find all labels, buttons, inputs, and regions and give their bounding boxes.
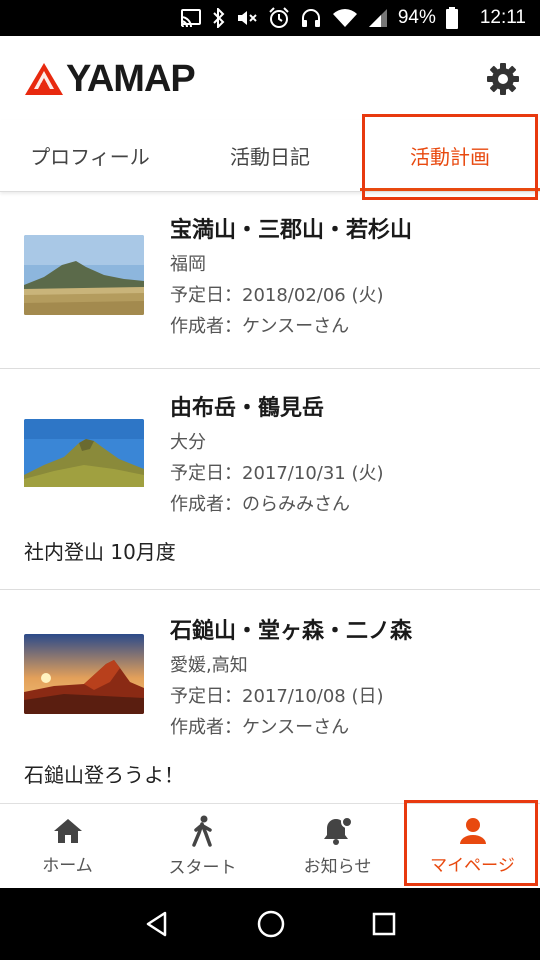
person-icon [459, 817, 486, 844]
active-tab-indicator [360, 188, 540, 191]
recents-icon[interactable] [371, 911, 397, 937]
plan-title: 宝満山・三郡山・若杉山 [170, 218, 413, 243]
plan-author: 作成者：ケンスーさん [170, 717, 350, 738]
plan-region: 大分 [170, 432, 206, 453]
alarm-icon [268, 7, 290, 29]
plan-date: 予定日：2017/10/31 (火) [170, 463, 384, 484]
mute-icon [236, 7, 258, 29]
bluetooth-icon [212, 7, 226, 29]
system-navigation-bar [0, 888, 540, 960]
tab-activity-plan[interactable]: 活動計画 [360, 120, 540, 191]
home-circle-icon[interactable] [256, 909, 286, 939]
list-item[interactable]: 由布岳・鶴見岳 大分 予定日：2017/10/31 (火) 作成者：のらみみさん… [0, 369, 540, 590]
tab-label: 活動計画 [410, 145, 490, 169]
walker-icon [191, 815, 212, 847]
nav-notifications[interactable]: お知らせ [270, 804, 405, 888]
list-item[interactable]: 石鎚山・堂ヶ森・二ノ森 愛媛,高知 予定日：2017/10/08 (日) 作成者… [0, 590, 540, 803]
headset-icon [300, 7, 322, 29]
nav-label: お知らせ [303, 856, 372, 877]
cast-icon [180, 7, 202, 29]
plan-author: 作成者：ケンスーさん [170, 316, 350, 337]
battery-percent: 94% [397, 7, 436, 28]
app-header: YAMAP [0, 36, 540, 120]
plan-date: 予定日：2018/02/06 (火) [170, 285, 384, 306]
plan-region: 愛媛,高知 [170, 655, 248, 676]
tab-profile[interactable]: プロフィール [0, 120, 180, 191]
battery-icon [445, 7, 458, 29]
list-item[interactable]: 宝満山・三郡山・若杉山 福岡 予定日：2018/02/06 (火) 作成者：ケン… [0, 193, 540, 369]
mountain-logo-icon [25, 63, 63, 95]
gear-icon [487, 63, 519, 95]
nav-mypage[interactable]: マイページ [405, 804, 540, 888]
clock: 12:11 [479, 7, 526, 28]
plan-author: 作成者：のらみみさん [170, 494, 350, 515]
plan-thumbnail [24, 634, 144, 714]
tab-activity-diary[interactable]: 活動日記 [180, 120, 360, 191]
back-icon[interactable] [143, 910, 171, 938]
plan-region: 福岡 [170, 254, 206, 275]
tab-label: プロフィール [30, 145, 150, 169]
settings-button[interactable] [486, 62, 520, 96]
bottom-navigation: ホーム スタート お知らせ マイページ [0, 803, 540, 888]
plan-list: 宝満山・三郡山・若杉山 福岡 予定日：2018/02/06 (火) 作成者：ケン… [0, 193, 540, 803]
tab-bar: プロフィール 活動日記 活動計画 [0, 120, 540, 192]
yamap-logo[interactable]: YAMAP [24, 58, 196, 100]
status-bar: 94% 12:11 [0, 0, 540, 36]
plan-thumbnail [24, 235, 144, 315]
plan-memo: 社内登山 10月度 [24, 540, 176, 564]
plan-thumbnail [24, 419, 144, 499]
plan-date: 予定日：2017/10/08 (日) [170, 686, 384, 707]
nav-label: ホーム [42, 855, 93, 876]
signal-icon [368, 7, 388, 29]
wifi-icon [332, 7, 358, 29]
logo-text: YAMAP [66, 58, 196, 100]
nav-home[interactable]: ホーム [0, 804, 135, 888]
bell-icon [323, 815, 353, 845]
nav-label: マイページ [430, 855, 515, 876]
tab-label: 活動日記 [230, 145, 310, 169]
nav-label: スタート [168, 857, 237, 878]
nav-start[interactable]: スタート [135, 804, 270, 888]
home-icon [53, 818, 82, 843]
plan-title: 由布岳・鶴見岳 [170, 396, 325, 421]
plan-memo: 石鎚山登ろうよ！ [24, 763, 184, 787]
plan-title: 石鎚山・堂ヶ森・二ノ森 [170, 619, 413, 644]
